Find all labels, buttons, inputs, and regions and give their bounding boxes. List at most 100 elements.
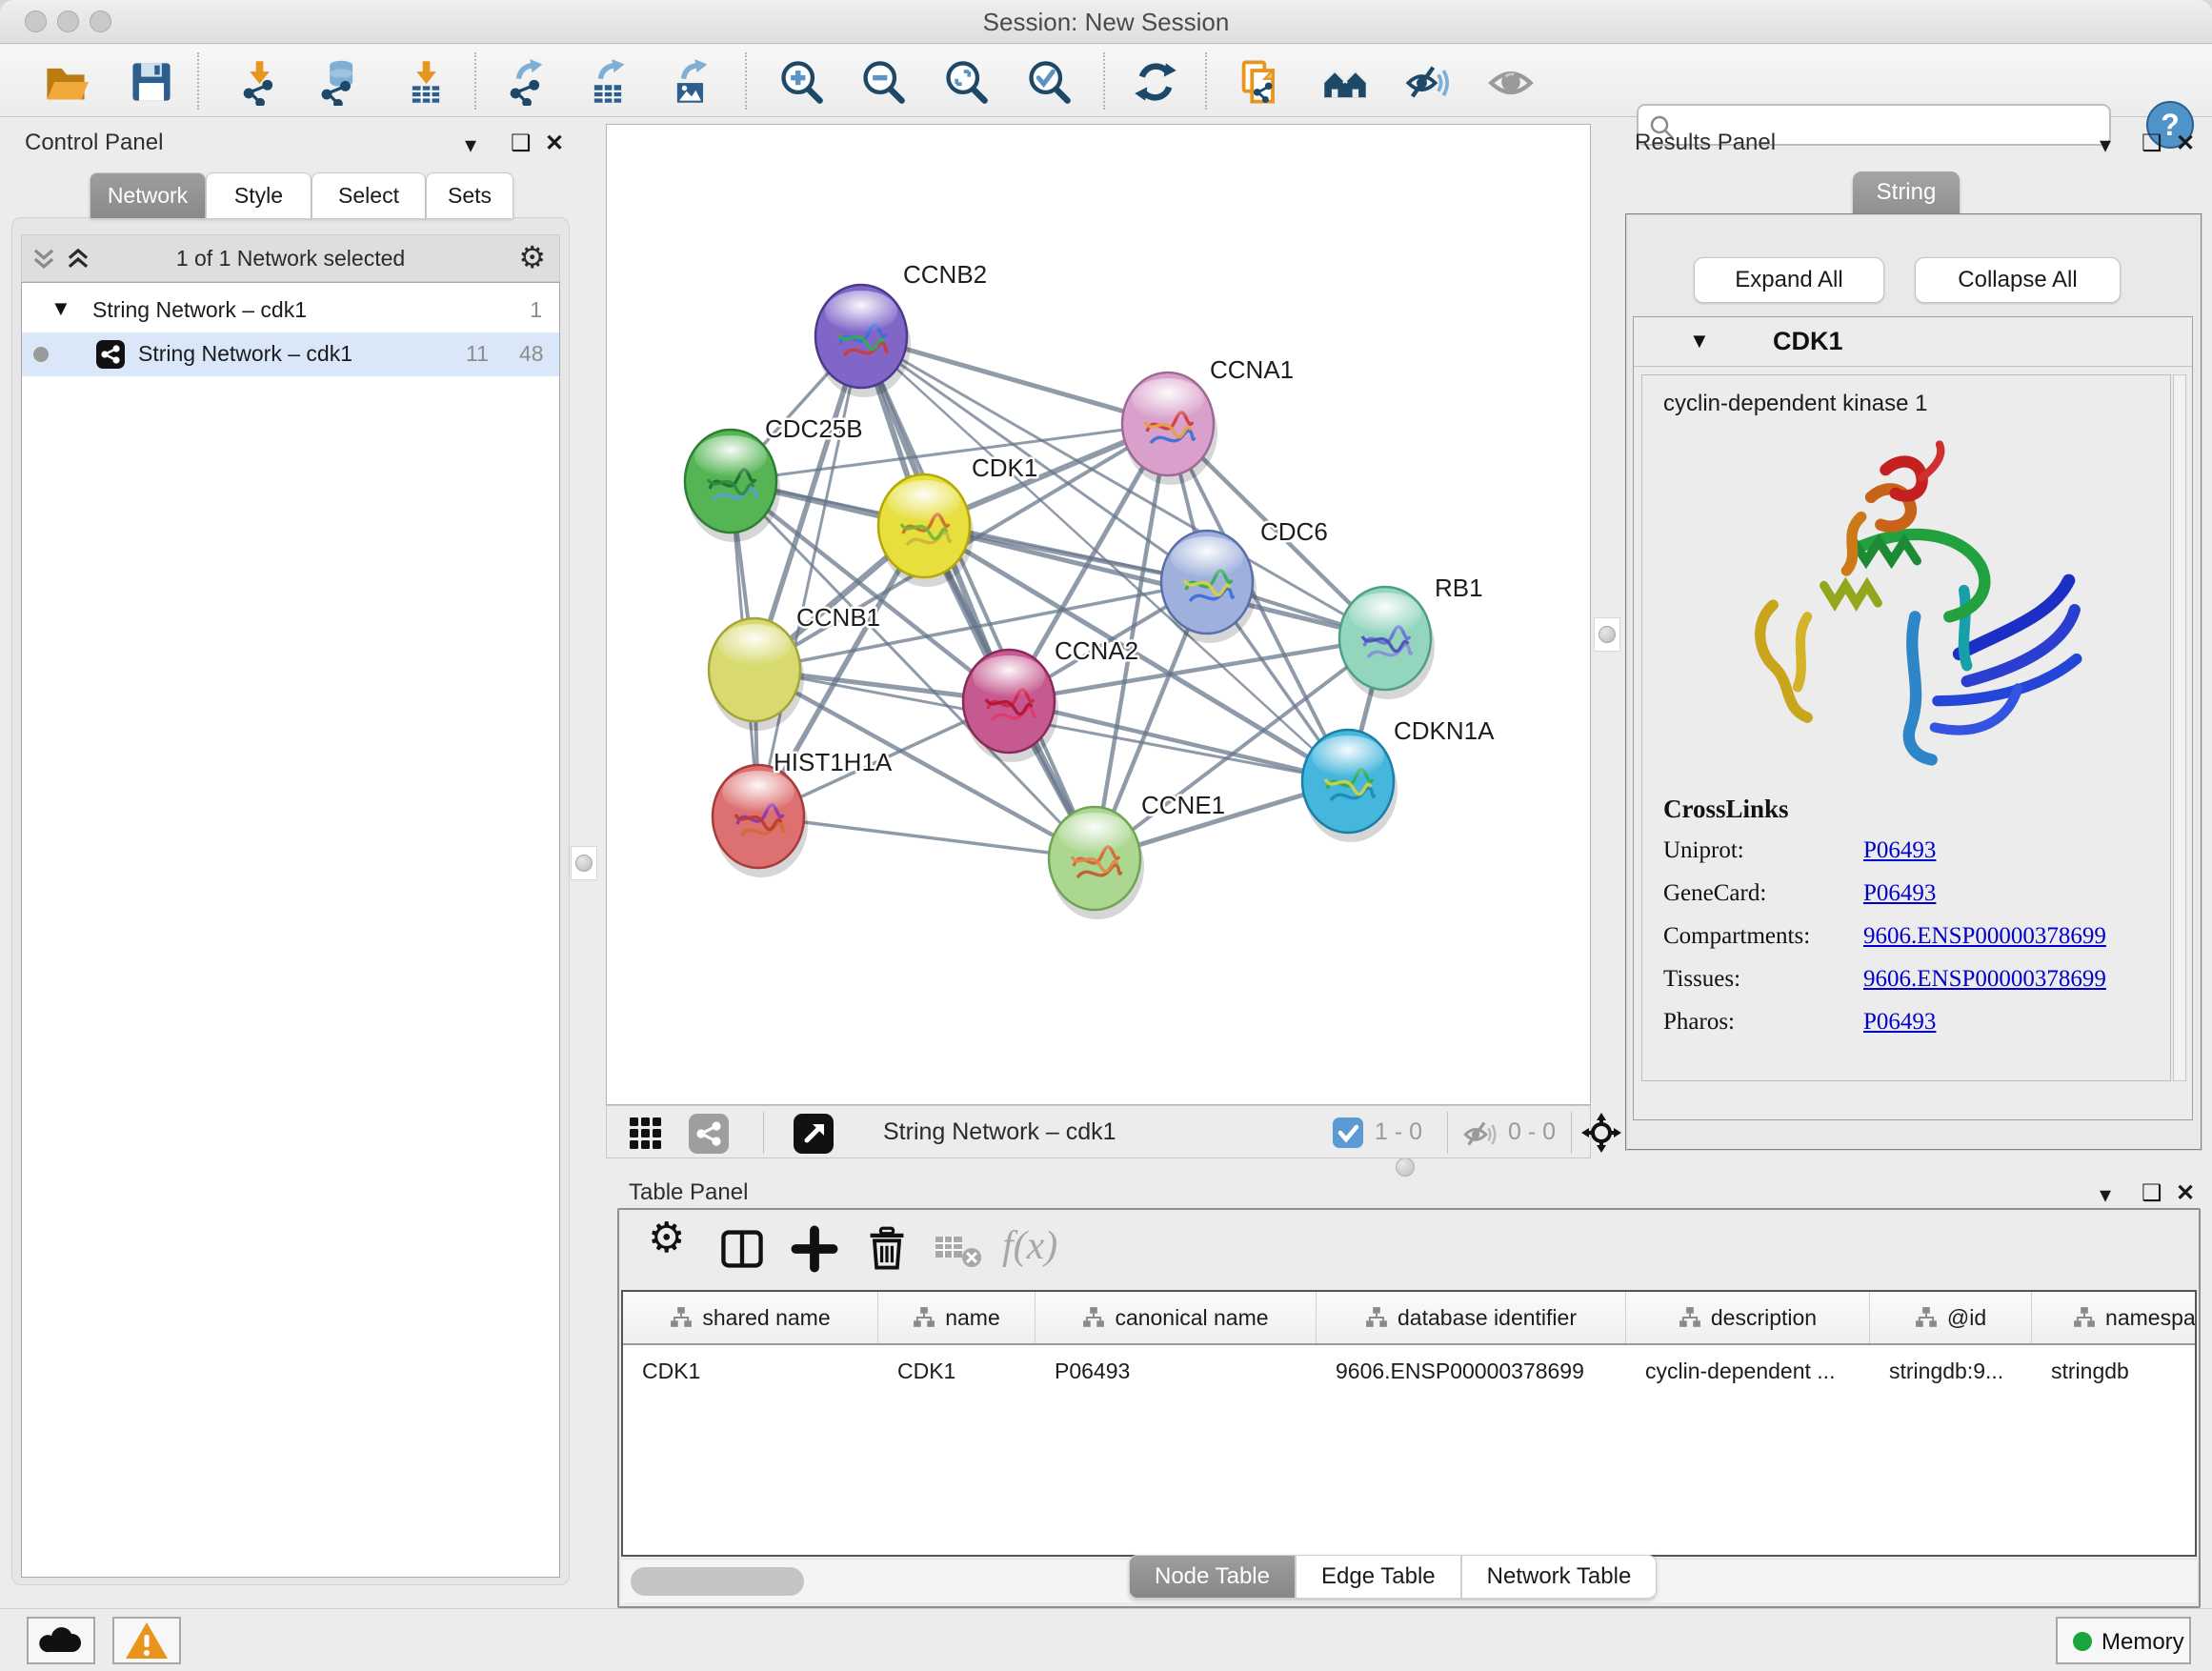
node-CCNA1[interactable] bbox=[1122, 372, 1217, 485]
tab-node-table[interactable]: Node Table bbox=[1129, 1555, 1296, 1599]
zoom-selected-icon[interactable] bbox=[1025, 58, 1073, 106]
tab-select[interactable]: Select bbox=[312, 172, 426, 218]
network-row-selected[interactable]: String Network – cdk1 11 48 bbox=[22, 332, 559, 376]
column-header-name[interactable]: name bbox=[878, 1292, 1036, 1343]
node-CCNB1[interactable] bbox=[709, 618, 804, 731]
tab-style[interactable]: Style bbox=[206, 172, 312, 218]
cell-id[interactable]: stringdb:9... bbox=[1870, 1345, 2032, 1397]
edge-CCNB2-HIST1H1A[interactable] bbox=[758, 336, 861, 816]
results-panel-menu-icon[interactable]: ▾ bbox=[2100, 131, 2111, 159]
scrollbar-thumb[interactable] bbox=[631, 1567, 804, 1596]
export-table-icon[interactable] bbox=[584, 58, 632, 106]
expand-all-button[interactable]: Expand All bbox=[1694, 257, 1884, 303]
control-panel-float-icon[interactable]: ❑ bbox=[511, 130, 532, 157]
table-panel-float-icon[interactable]: ❑ bbox=[2142, 1179, 2162, 1207]
section-collapse-icon[interactable]: ▼ bbox=[1689, 329, 1710, 353]
node-RB1[interactable] bbox=[1339, 587, 1435, 699]
cell-namespace[interactable]: stringdb bbox=[2032, 1345, 2197, 1397]
tab-sets[interactable]: Sets bbox=[426, 172, 513, 218]
hidden-eye-icon[interactable] bbox=[1462, 1117, 1498, 1150]
tree-expander-icon[interactable]: ▼ bbox=[50, 296, 71, 321]
export-image-icon[interactable] bbox=[667, 58, 714, 106]
hide-selected-icon[interactable] bbox=[1404, 58, 1452, 106]
table-panel-menu-icon[interactable]: ▾ bbox=[2100, 1181, 2111, 1209]
show-all-icon[interactable] bbox=[1487, 58, 1535, 106]
collapse-all-button[interactable]: Collapse All bbox=[1915, 257, 2121, 303]
import-network-file-icon[interactable] bbox=[235, 58, 283, 106]
column-header-namespace[interactable]: namespace bbox=[2032, 1292, 2197, 1343]
tab-string[interactable]: String bbox=[1853, 171, 1960, 215]
column-header-canonicalname[interactable]: canonical name bbox=[1036, 1292, 1317, 1343]
zoom-in-icon[interactable] bbox=[777, 58, 825, 106]
column-type-icon bbox=[670, 1306, 693, 1329]
refresh-icon[interactable] bbox=[1132, 58, 1179, 106]
edge-CCNA2-CDKN1A[interactable] bbox=[1009, 701, 1348, 781]
zoom-fit-icon[interactable] bbox=[942, 58, 990, 106]
delete-column-icon[interactable] bbox=[863, 1225, 911, 1273]
column-header-description[interactable]: description bbox=[1626, 1292, 1870, 1343]
results-panel-float-icon[interactable]: ❑ bbox=[2142, 130, 2162, 157]
birdseye-view-icon[interactable] bbox=[794, 1114, 834, 1154]
import-network-database-icon[interactable] bbox=[315, 58, 363, 106]
crosslink-row: Compartments:9606.ENSP00000378699 bbox=[1663, 923, 2106, 950]
right-splitter-handle[interactable] bbox=[1594, 617, 1620, 652]
cell-canonicalname[interactable]: P06493 bbox=[1036, 1345, 1317, 1397]
tab-network[interactable]: Network bbox=[90, 172, 206, 218]
memory-button[interactable]: Memory bbox=[2056, 1617, 2191, 1664]
left-splitter-handle[interactable] bbox=[571, 846, 597, 880]
import-table-file-icon[interactable] bbox=[402, 58, 450, 106]
export-network-icon[interactable] bbox=[502, 58, 550, 106]
fit-crosshair-icon[interactable] bbox=[1580, 1112, 1622, 1154]
results-panel-close-icon[interactable]: ✕ bbox=[2176, 130, 2195, 157]
share-view-icon[interactable] bbox=[689, 1114, 729, 1154]
node-HIST1H1A[interactable] bbox=[713, 765, 808, 877]
crosslink-link[interactable]: 9606.ENSP00000378699 bbox=[1863, 923, 2106, 950]
column-header-sharedname[interactable]: shared name bbox=[623, 1292, 878, 1343]
crosslink-link[interactable]: P06493 bbox=[1863, 837, 1936, 864]
node-CDK1[interactable] bbox=[878, 474, 974, 587]
column-type-icon bbox=[1365, 1306, 1388, 1329]
node-table[interactable]: shared namenamecanonical namedatabase id… bbox=[621, 1290, 2197, 1557]
node-CCNB2[interactable] bbox=[815, 285, 911, 397]
save-session-icon[interactable] bbox=[128, 58, 175, 106]
node-CDC25B[interactable] bbox=[685, 430, 780, 542]
crosslink-link[interactable]: P06493 bbox=[1863, 1009, 1936, 1036]
network-options-gear-icon[interactable]: ⚙ bbox=[518, 239, 546, 275]
grid-view-icon[interactable] bbox=[628, 1116, 664, 1152]
cdk1-section-header[interactable]: ▼ CDK1 bbox=[1634, 317, 2192, 367]
zoom-out-icon[interactable] bbox=[859, 58, 907, 106]
selected-checkbox-icon[interactable] bbox=[1333, 1117, 1363, 1148]
column-visibility-icon[interactable] bbox=[718, 1225, 766, 1273]
node-CDC6[interactable] bbox=[1161, 531, 1257, 643]
crosslink-link[interactable]: 9606.ENSP00000378699 bbox=[1863, 966, 2106, 993]
cloud-button[interactable] bbox=[27, 1617, 95, 1664]
cell-sharedname[interactable]: CDK1 bbox=[623, 1345, 878, 1397]
edge-CCNB2-CCNE1[interactable] bbox=[861, 336, 1095, 858]
network-canvas[interactable]: CCNB2CCNA1CDC25BCDK1CDC6RB1CCNB1CCNA2CDK… bbox=[606, 124, 1591, 1105]
network-collection-row[interactable]: ▼ String Network – cdk1 1 bbox=[22, 289, 559, 332]
tab-network-table[interactable]: Network Table bbox=[1461, 1555, 1658, 1599]
table-row[interactable]: CDK1CDK1P064939606.ENSP00000378699cyclin… bbox=[623, 1345, 2195, 1397]
horizontal-splitter-handle[interactable] bbox=[1396, 1158, 1415, 1177]
table-panel-close-icon[interactable]: ✕ bbox=[2176, 1179, 2195, 1207]
node-CCNE1[interactable] bbox=[1049, 807, 1144, 919]
first-neighbors-icon[interactable] bbox=[1321, 58, 1369, 106]
warnings-button[interactable] bbox=[112, 1617, 181, 1664]
cell-description[interactable]: cyclin-dependent ... bbox=[1626, 1345, 1870, 1397]
node-CDKN1A[interactable] bbox=[1302, 730, 1398, 842]
table-settings-gear-icon[interactable]: ⚙ bbox=[648, 1214, 685, 1262]
crosslink-link[interactable]: P06493 bbox=[1863, 880, 1936, 907]
node-CCNA2[interactable] bbox=[963, 650, 1058, 762]
column-header-id[interactable]: @id bbox=[1870, 1292, 2032, 1343]
tab-edge-table[interactable]: Edge Table bbox=[1296, 1555, 1461, 1599]
column-header-databaseidentifier[interactable]: database identifier bbox=[1317, 1292, 1626, 1343]
control-panel-close-icon[interactable]: ✕ bbox=[545, 130, 564, 157]
add-column-icon[interactable] bbox=[791, 1225, 838, 1273]
open-session-icon[interactable] bbox=[42, 58, 90, 106]
results-vertical-scrollbar[interactable] bbox=[2173, 374, 2186, 1081]
edge-HIST1H1A-CCNE1[interactable] bbox=[758, 816, 1095, 858]
clone-network-icon[interactable] bbox=[1237, 58, 1284, 106]
cell-name[interactable]: CDK1 bbox=[878, 1345, 1036, 1397]
cell-databaseidentifier[interactable]: 9606.ENSP00000378699 bbox=[1317, 1345, 1626, 1397]
control-panel-menu-icon[interactable]: ▾ bbox=[465, 131, 476, 159]
